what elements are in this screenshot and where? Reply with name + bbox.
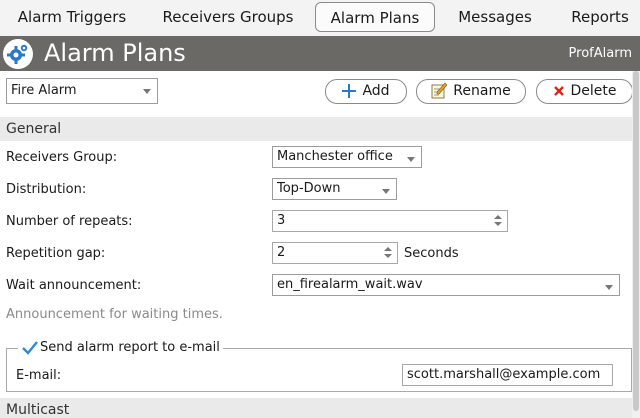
chevron-down-icon bbox=[377, 180, 395, 198]
wait-announcement-value: en_firealarm_wait.wav bbox=[277, 277, 423, 292]
scrollbar[interactable] bbox=[632, 71, 640, 418]
email-value: scott.marshall@example.com bbox=[407, 367, 601, 382]
repetition-gap-stepper[interactable]: 2 bbox=[272, 242, 398, 264]
close-icon bbox=[553, 80, 565, 110]
scrollbar-thumb[interactable] bbox=[633, 71, 639, 411]
rename-button[interactable]: Rename bbox=[416, 79, 526, 104]
brand-label: ProfAlarm bbox=[568, 46, 632, 61]
email-field[interactable]: scott.marshall@example.com bbox=[402, 364, 613, 386]
chevron-down-icon bbox=[600, 276, 618, 294]
wait-announcement-hint: Announcement for waiting times. bbox=[6, 307, 223, 322]
email-report-label: Send alarm report to e-mail bbox=[40, 340, 220, 355]
tab-alarm-plans[interactable]: Alarm Plans bbox=[315, 2, 435, 32]
receivers-group-value: Manchester office bbox=[277, 149, 393, 164]
edit-icon bbox=[431, 80, 448, 110]
rename-button-label: Rename bbox=[453, 83, 511, 99]
email-report-checkbox[interactable]: Send alarm report to e-mail bbox=[18, 340, 223, 356]
repetition-gap-unit: Seconds bbox=[404, 246, 459, 261]
plus-icon bbox=[342, 80, 357, 110]
email-label: E-mail: bbox=[16, 368, 62, 383]
top-tab-bar: Alarm Triggers Receivers Groups Alarm Pl… bbox=[0, 0, 640, 36]
page-title: Alarm Plans bbox=[44, 39, 186, 67]
repeats-value: 3 bbox=[277, 213, 286, 228]
repetition-gap-value: 2 bbox=[277, 245, 286, 260]
tab-messages[interactable]: Messages bbox=[450, 2, 540, 32]
tab-alarm-triggers[interactable]: Alarm Triggers bbox=[12, 2, 132, 32]
alarm-plan-select[interactable]: Fire Alarm bbox=[6, 78, 158, 104]
chevron-down-icon bbox=[402, 148, 420, 166]
tab-receivers-groups[interactable]: Receivers Groups bbox=[156, 2, 300, 32]
section-header-multicast: Multicast bbox=[0, 398, 632, 418]
add-button[interactable]: Add bbox=[325, 79, 407, 104]
wait-announcement-label: Wait announcement: bbox=[6, 278, 142, 293]
repeats-label: Number of repeats: bbox=[6, 214, 133, 229]
chevron-down-icon bbox=[138, 80, 156, 102]
page-header: Alarm Plans ProfAlarm bbox=[0, 36, 640, 71]
delete-button-label: Delete bbox=[570, 83, 617, 99]
spinner-arrows-icon[interactable] bbox=[491, 213, 505, 229]
receivers-group-select[interactable]: Manchester office bbox=[272, 146, 422, 168]
distribution-label: Distribution: bbox=[6, 182, 87, 197]
distribution-select[interactable]: Top-Down bbox=[272, 178, 397, 200]
receivers-group-label: Receivers Group: bbox=[6, 150, 118, 165]
alarm-plan-select-value: Fire Alarm bbox=[11, 83, 77, 98]
distribution-value: Top-Down bbox=[277, 181, 341, 196]
delete-button[interactable]: Delete bbox=[536, 79, 633, 104]
repetition-gap-label: Repetition gap: bbox=[6, 246, 106, 261]
repeats-stepper[interactable]: 3 bbox=[272, 210, 508, 232]
tab-reports[interactable]: Reports bbox=[562, 2, 638, 32]
spinner-arrows-icon[interactable] bbox=[381, 245, 395, 261]
wait-announcement-select[interactable]: en_firealarm_wait.wav bbox=[272, 274, 620, 296]
gear-icon bbox=[3, 39, 33, 69]
checkmark-icon bbox=[21, 340, 38, 356]
section-header-general: General bbox=[0, 117, 632, 141]
add-button-label: Add bbox=[362, 83, 390, 99]
